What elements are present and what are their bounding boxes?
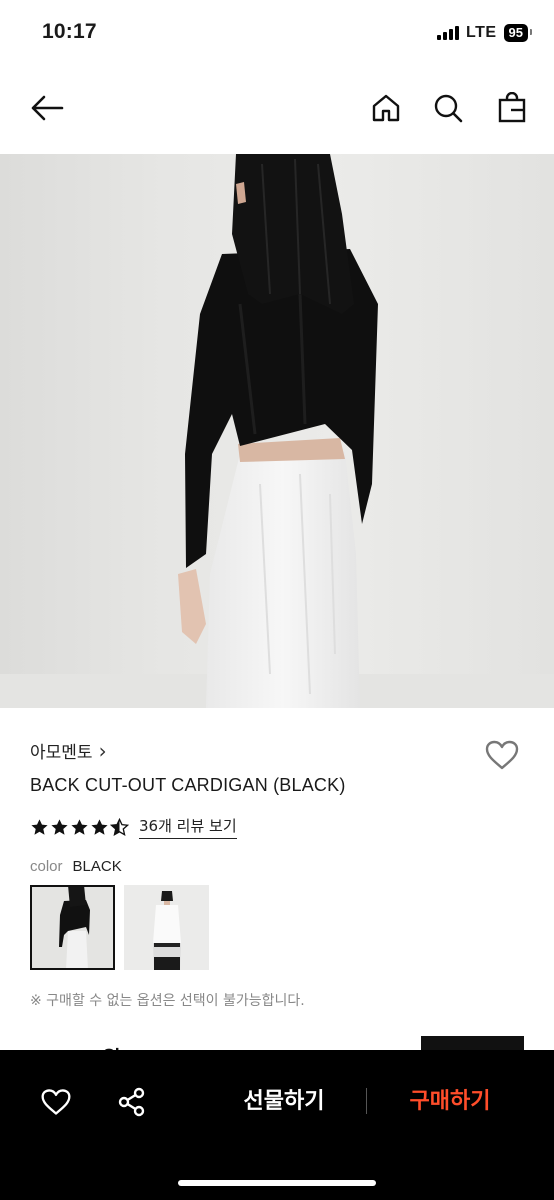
product-title: BACK CUT-OUT CARDIGAN (BLACK) <box>30 775 346 795</box>
brand-link[interactable]: 아모멘토 › <box>30 738 107 764</box>
option-notice: ※ 구매할 수 없는 옵션은 선택이 불가능합니다. <box>30 993 305 1009</box>
color-thumbnails <box>30 885 209 970</box>
thumbnail-black[interactable] <box>30 885 115 970</box>
gift-button[interactable]: 선물하기 <box>226 1084 342 1120</box>
thumbnail-white[interactable] <box>124 885 209 970</box>
price-row: 138,000원 <box>0 1030 554 1050</box>
thumbnail-image <box>30 885 115 970</box>
top-nav <box>0 80 554 140</box>
star-icon <box>31 818 48 835</box>
network-label: LTE <box>466 24 497 41</box>
buy-button[interactable]: 구매하기 <box>392 1084 508 1120</box>
bottom-wishlist-button[interactable] <box>36 1082 76 1122</box>
color-value: BLACK <box>72 858 122 875</box>
home-indicator[interactable] <box>178 1180 376 1186</box>
bottom-action-bar: 선물하기 구매하기 <box>0 1050 554 1200</box>
home-icon <box>372 94 400 122</box>
star-icon <box>91 818 108 835</box>
share-button[interactable] <box>112 1082 152 1122</box>
product-photo <box>0 154 554 708</box>
star-icon <box>71 818 88 835</box>
share-icon <box>118 1087 145 1117</box>
thumbnail-image <box>124 885 209 970</box>
battery-icon: 95 <box>503 24 533 42</box>
arrow-left-icon <box>31 95 64 121</box>
brand-name: 아모멘토 <box>30 743 93 763</box>
cart-button[interactable] <box>490 86 534 130</box>
status-time: 10:17 <box>42 20 97 43</box>
signal-icon <box>437 26 459 40</box>
wishlist-button[interactable] <box>483 737 521 773</box>
half-star-icon <box>110 817 129 836</box>
chevron-right-icon: › <box>98 738 107 763</box>
status-indicators: LTE 95 <box>437 24 533 42</box>
status-bar: 10:17 LTE 95 <box>0 0 554 68</box>
star-icon <box>51 818 68 835</box>
price: 138,000원 <box>30 1042 121 1050</box>
product-image[interactable] <box>0 154 554 708</box>
home-button[interactable] <box>364 86 408 130</box>
option-button[interactable] <box>421 1036 524 1050</box>
search-icon <box>434 94 463 123</box>
rating-stars <box>30 817 129 837</box>
search-button[interactable] <box>426 86 470 130</box>
heart-icon <box>485 740 519 770</box>
heart-icon <box>41 1089 71 1115</box>
back-button[interactable] <box>25 86 69 130</box>
rating-row: 36개 리뷰 보기 <box>30 815 237 839</box>
color-option-row: color BLACK <box>30 858 122 875</box>
review-link[interactable]: 36개 리뷰 보기 <box>139 815 237 839</box>
color-label: color <box>30 858 63 875</box>
divider <box>366 1088 367 1114</box>
shopping-bag-icon <box>498 92 526 123</box>
